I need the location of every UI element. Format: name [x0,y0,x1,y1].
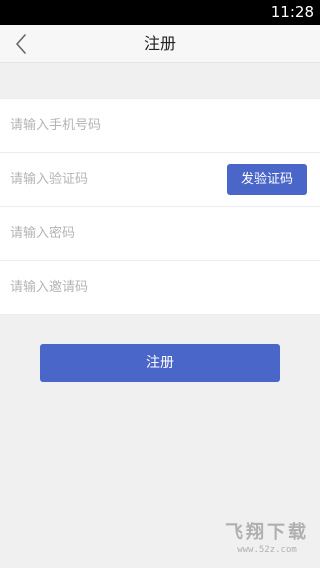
invite-code-input[interactable] [10,261,210,314]
watermark: 飞翔下载 www.52z.com [224,522,310,556]
register-button[interactable]: 注册 [40,344,280,382]
status-bar: 11:28 [0,0,320,25]
password-row [0,207,320,261]
phone-row [0,99,320,153]
code-row: 发验证码 [0,153,320,207]
status-time: 11:28 [270,3,314,21]
verification-code-input[interactable] [10,153,210,206]
watermark-brand: 飞翔下载 [225,522,309,543]
send-code-button[interactable]: 发验证码 [227,164,307,195]
register-form: 发验证码 [0,98,320,315]
invite-row [0,261,320,314]
page-title: 注册 [143,34,176,53]
nav-bar: 注册 [0,25,320,63]
phone-input[interactable] [10,99,210,152]
watermark-url: www.52z.com [237,545,297,555]
password-input[interactable] [10,207,210,260]
